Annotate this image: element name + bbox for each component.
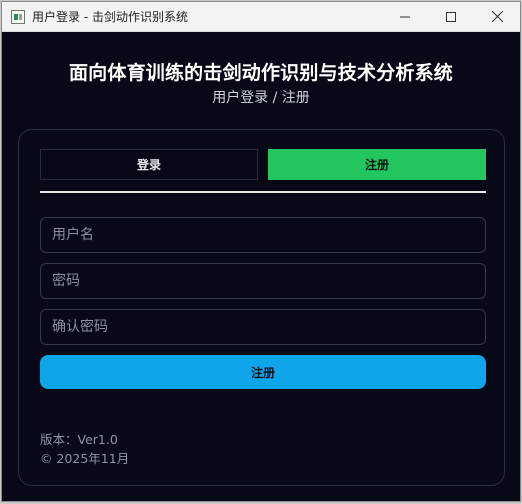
register-button[interactable]: 注册 [40, 355, 486, 389]
auth-card: 登录 注册 注册 版本：Ver1.0 © 2025年11月 [18, 129, 505, 486]
username-input[interactable] [40, 217, 486, 253]
close-button[interactable] [474, 2, 520, 32]
page-title: 面向体育训练的击剑动作识别与技术分析系统 [68, 62, 453, 84]
confirm-password-input[interactable] [40, 309, 486, 345]
content-area: 面向体育训练的击剑动作识别与技术分析系统 用户登录 / 注册 登录 注册 注册 … [2, 32, 520, 501]
app-window: 用户登录 - 击剑动作识别系统 面向体育训练的击剑动作识别与技术分析系统 用户登… [1, 1, 521, 502]
close-icon [491, 11, 503, 22]
footer-info: 版本：Ver1.0 © 2025年11月 [40, 430, 129, 468]
window-title: 用户登录 - 击剑动作识别系统 [32, 10, 188, 24]
minimize-icon [400, 16, 410, 17]
title-bar: 用户登录 - 击剑动作识别系统 [2, 2, 520, 32]
minimize-button[interactable] [382, 2, 428, 32]
tab-register[interactable]: 注册 [268, 149, 486, 180]
app-icon [11, 9, 25, 24]
password-input[interactable] [40, 263, 486, 299]
page-subtitle: 用户登录 / 注册 [212, 90, 310, 106]
copyright-text: © 2025年11月 [40, 451, 130, 466]
version-text: 版本：Ver1.0 [40, 432, 118, 447]
maximize-icon [446, 11, 456, 22]
maximize-button[interactable] [428, 2, 474, 32]
tab-divider [40, 191, 486, 193]
tab-login[interactable]: 登录 [40, 149, 258, 180]
